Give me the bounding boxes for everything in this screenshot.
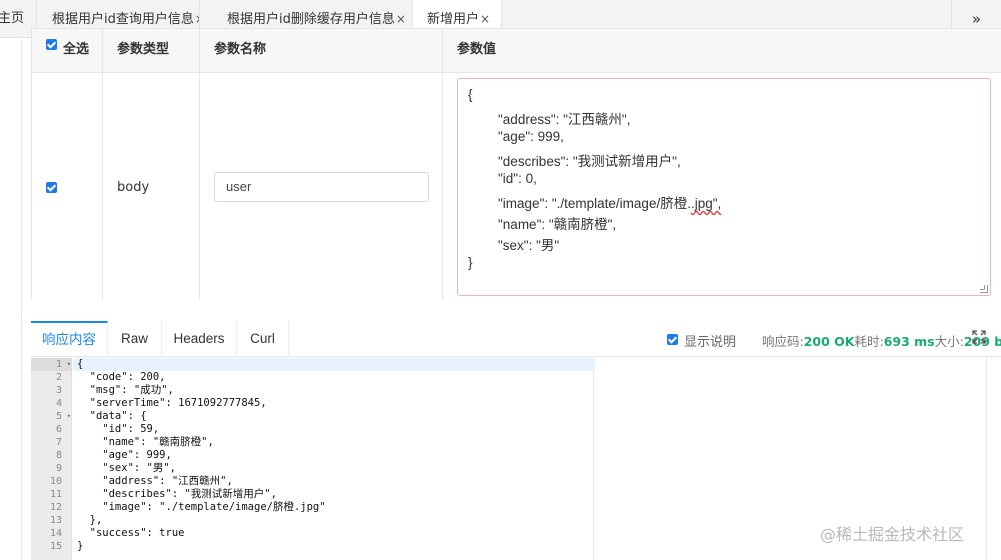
value-line: "age": 999, [468, 129, 564, 144]
left-panel-edge [0, 39, 22, 560]
tab-headers[interactable]: Headers [162, 321, 237, 357]
param-value-textarea[interactable]: { "address": "江西赣州", "age": 999, "descri… [457, 78, 991, 296]
code-line: "address": "江西赣州", [77, 475, 233, 487]
value-line: "describes": "我测试新增用户", [468, 154, 681, 169]
code-line: "code": 200, [77, 371, 166, 383]
editor-scrollbar-track[interactable] [986, 358, 987, 560]
watermark: @稀土掘金技术社区 [820, 525, 965, 544]
response-status: 响应码:200 OK耗时:693 ms大小:209 b [762, 331, 1001, 350]
tab-curl[interactable]: Curl [237, 321, 289, 357]
resize-grip-icon[interactable] [980, 285, 988, 293]
fullscreen-icon[interactable] [972, 330, 986, 344]
checkbox-icon[interactable] [46, 39, 57, 50]
tab-label: 主页 [0, 11, 25, 26]
code-line: "describes": "我测试新增用户", [77, 488, 277, 500]
response-tabs: 响应内容 Raw Headers Curl 显示说明 响应码:200 OK耗时:… [31, 321, 1001, 357]
param-type-header: 参数类型 [117, 42, 170, 57]
param-value-header: 参数值 [457, 42, 497, 57]
status-time-label: 耗时: [854, 334, 884, 349]
col-name: 参数名称 [200, 29, 443, 72]
line-number: 7 [55, 437, 62, 448]
line-gutter: 1 ▾ 2 3 4 5 ▾ 6 7 8 9 10 11 12 13 14 15 [31, 358, 72, 560]
code-line: "serverTime": 1671092777845, [77, 397, 267, 409]
line-number: 2 [55, 372, 62, 383]
value-line: "sex": "男" [468, 238, 560, 253]
line-number: 3 [55, 385, 62, 396]
value-line: "name": "赣南脐橙", [468, 217, 617, 232]
checkbox-icon[interactable] [667, 334, 678, 345]
col-select: 全选 [32, 29, 103, 72]
status-code-value: 200 OK [803, 334, 855, 349]
line-number: 5 ▾ [55, 410, 71, 423]
code-line: "data": { [77, 410, 147, 422]
code-line: { [73, 358, 595, 371]
spellcheck-word: .jpg", [690, 196, 722, 211]
line-number: 10 [49, 476, 62, 487]
code-line: "age": 999, [77, 449, 172, 461]
col-type: 参数类型 [103, 29, 200, 72]
line-number: 6 [55, 424, 62, 435]
line-number: 9 [55, 463, 62, 474]
code-line: } [77, 540, 84, 552]
show-desc-label: 显示说明 [684, 335, 737, 350]
col-value: 参数值 [443, 29, 1001, 72]
fold-arrow-icon[interactable]: ▾ [67, 410, 71, 423]
code-line: "success": true [77, 527, 185, 539]
line-number: 14 [49, 528, 62, 539]
params-table-header: 全选 参数类型 参数名称 参数值 [32, 29, 1001, 73]
line-number: 15 [49, 541, 62, 552]
code-line: "id": 59, [77, 423, 160, 435]
line-number: 13 [49, 515, 62, 526]
params-table: 全选 参数类型 参数名称 参数值 body user { "address": … [31, 28, 1001, 300]
line-number: 12 [49, 502, 62, 513]
line-number: 8 [55, 450, 62, 461]
code-line: "sex": "男", [77, 462, 177, 474]
value-line: } [468, 255, 473, 270]
param-name-input[interactable]: user [214, 172, 429, 202]
fold-arrow-icon[interactable]: ▾ [67, 358, 71, 371]
tab-raw[interactable]: Raw [108, 321, 162, 357]
value-line: "id": 0, [468, 171, 537, 186]
value-line: { [468, 87, 473, 102]
value-line-part: "image": "./template/image/脐橙. [468, 196, 691, 211]
value-line: "image": "./template/image/脐橙..jpg", [468, 192, 721, 212]
checkbox-icon[interactable] [46, 182, 57, 193]
print-margin [593, 358, 594, 560]
line-number: 4 [55, 398, 62, 409]
line-number: 1 ▾ [31, 358, 72, 371]
status-size-label: 大小: [934, 334, 964, 349]
tab-response-content[interactable]: 响应内容 [31, 321, 108, 357]
code-line: "image": "./template/image/脐橙.jpg" [77, 501, 326, 513]
code-line: "msg": "成功", [77, 384, 174, 396]
status-code-label: 响应码: [762, 334, 804, 349]
code-line: "name": "赣南脐橙", [77, 436, 214, 448]
line-number: 11 [49, 489, 62, 500]
row-select-cell [32, 73, 103, 300]
status-time-value: 693 ms [883, 334, 935, 349]
code-line: }, [77, 514, 103, 526]
value-line: "address": "江西赣州", [468, 112, 631, 127]
param-type-value: body [117, 180, 150, 195]
select-all-label: 全选 [63, 42, 90, 57]
param-name-header: 参数名称 [214, 42, 267, 57]
